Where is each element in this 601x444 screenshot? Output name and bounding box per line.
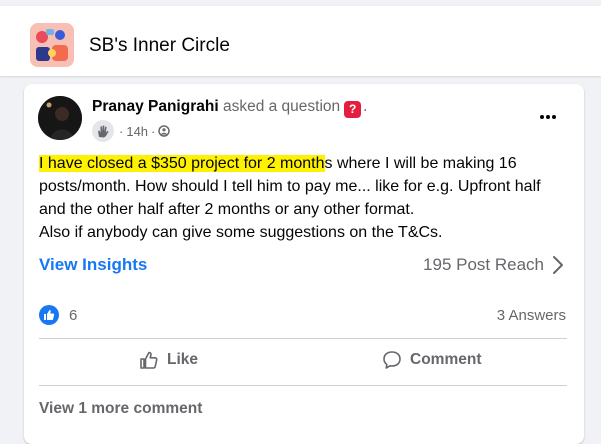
author-name[interactable]: Pranay Panigrahi xyxy=(92,98,219,115)
wave-badge-icon[interactable] xyxy=(92,120,114,142)
post-action-suffix: . xyxy=(363,98,368,115)
highlighted-text: I have closed a $350 project for 2 month xyxy=(39,155,325,172)
comment-icon xyxy=(383,351,401,369)
answers-count[interactable]: 3 Answers xyxy=(497,307,566,324)
view-more-comments-link[interactable]: View 1 more comment xyxy=(39,400,202,418)
post-time[interactable]: 14h xyxy=(126,124,148,139)
like-label: Like xyxy=(167,351,199,368)
author-line: Pranay Panigrahi asked a question?. xyxy=(92,98,367,118)
group-cover-image xyxy=(30,23,74,67)
comment-button[interactable]: Comment xyxy=(382,350,481,370)
author-avatar[interactable] xyxy=(38,96,82,140)
post-body: I have closed a $350 project for 2 month… xyxy=(39,152,569,244)
meta-separator: · xyxy=(119,123,124,139)
chevron-right-icon[interactable] xyxy=(552,255,564,280)
post-reach[interactable]: 195 Post Reach xyxy=(423,255,544,275)
more-options-icon xyxy=(540,115,556,119)
reaction-summary[interactable]: 6 xyxy=(39,305,77,325)
view-insights-link[interactable]: View Insights xyxy=(39,255,147,275)
author-photo xyxy=(38,96,82,140)
group-header: SB's Inner Circle xyxy=(0,6,601,76)
hand-icon xyxy=(98,125,109,138)
comment-label: Comment xyxy=(410,351,482,368)
like-reaction-icon xyxy=(39,305,59,325)
like-count: 6 xyxy=(69,306,78,324)
public-group-icon xyxy=(158,125,171,137)
thumbs-up-icon xyxy=(140,351,158,369)
divider xyxy=(39,338,567,339)
group-avatar[interactable] xyxy=(30,23,74,67)
post-action-text: asked a question xyxy=(222,98,341,115)
post-card: Pranay Panigrahi asked a question?. · 14… xyxy=(24,84,584,444)
post-meta: · 14h · xyxy=(92,120,171,142)
divider xyxy=(39,385,567,386)
more-options-button[interactable] xyxy=(540,103,556,124)
group-name[interactable]: SB's Inner Circle xyxy=(89,35,230,57)
post-body-line2: Also if anybody can give some suggestion… xyxy=(39,224,443,241)
like-button[interactable]: Like xyxy=(139,350,198,370)
meta-separator: · xyxy=(151,123,156,139)
question-icon: ? xyxy=(344,101,362,118)
